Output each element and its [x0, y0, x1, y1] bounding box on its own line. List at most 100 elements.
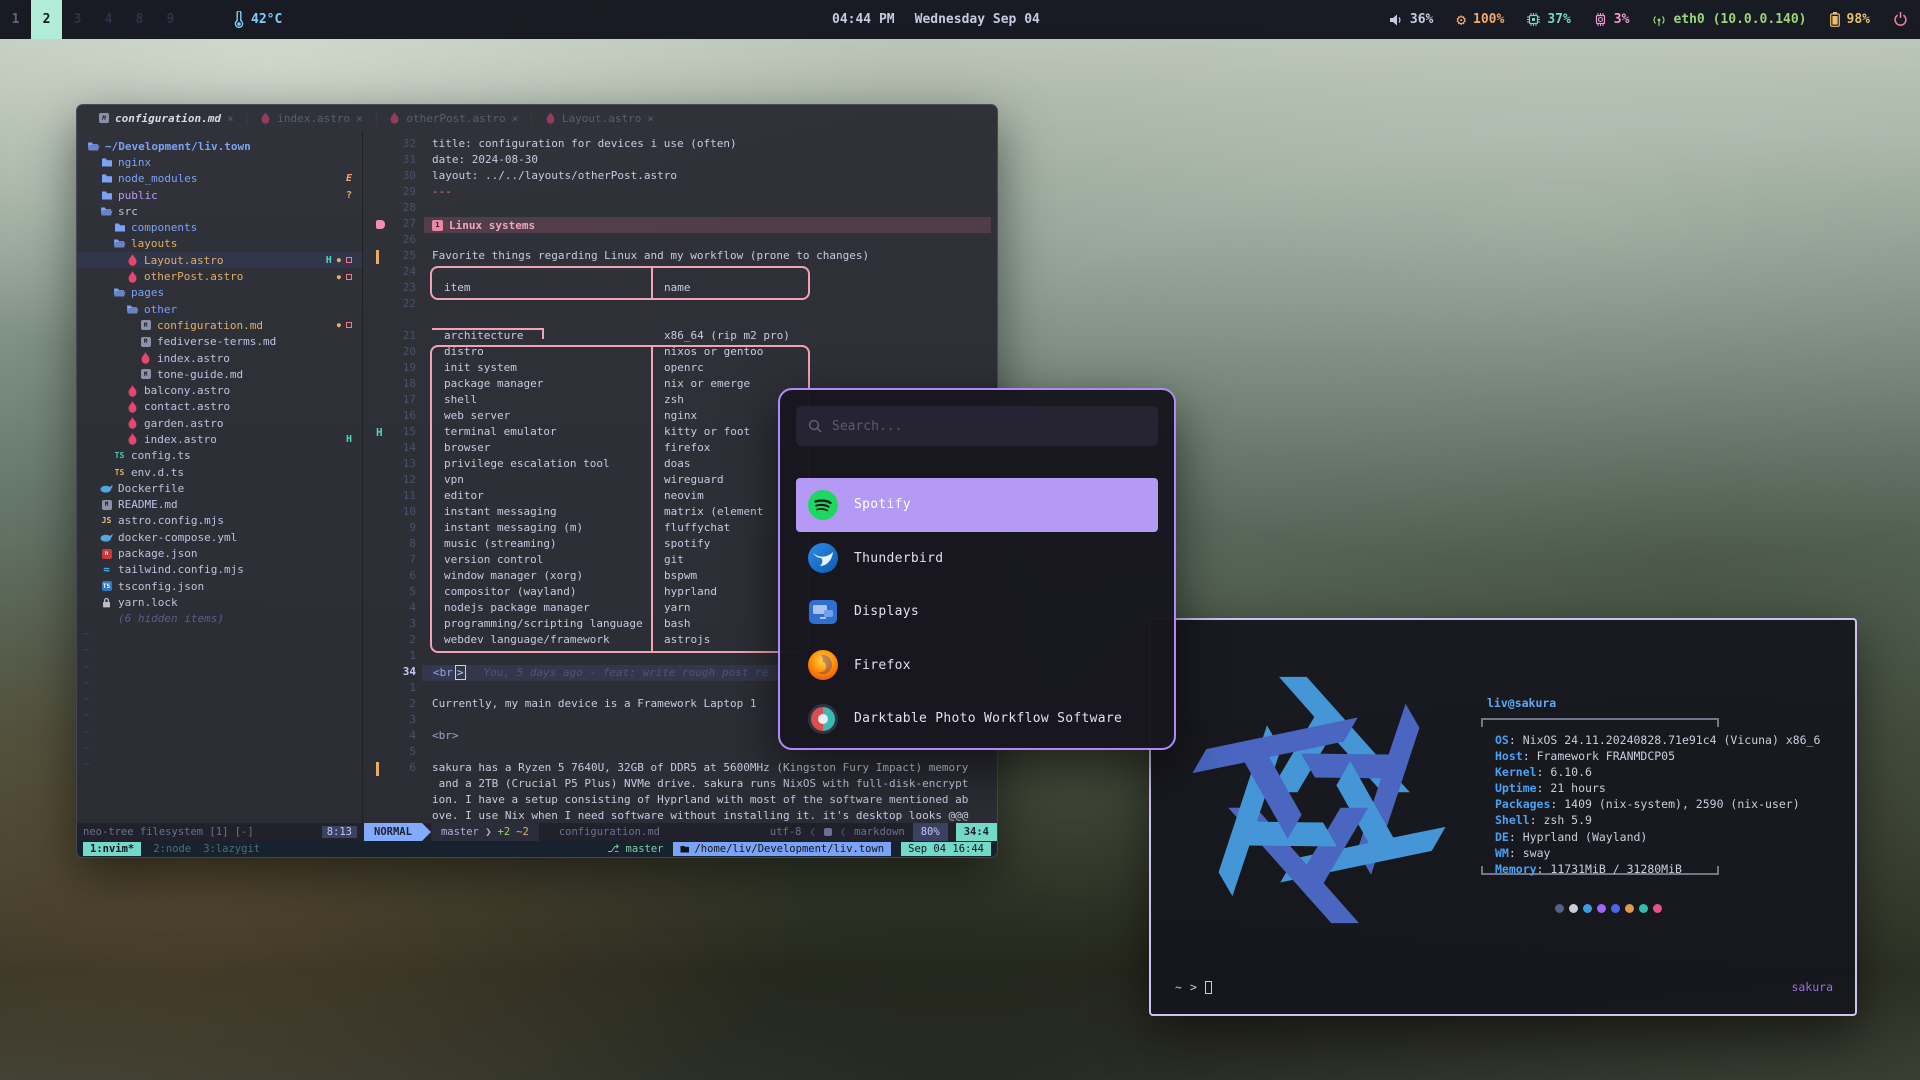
tree-item-node-modules[interactable]: node_modulesE: [77, 171, 362, 187]
network-module[interactable]: eth0 (10.0.0.140): [1652, 12, 1806, 27]
folder-open-icon: [87, 141, 100, 152]
tab-otherPost.astro[interactable]: otherPost.astro×: [379, 105, 528, 131]
buffer-line[interactable]: 21architecturex86_64 (rip m2 pro): [364, 329, 997, 345]
tree-item-README.md[interactable]: MREADME.md: [77, 497, 362, 513]
tree-item-index.astro[interactable]: index.astroH: [77, 431, 362, 447]
buffer-line[interactable]: 22: [364, 297, 997, 313]
fetch-field-shell: Shell: zsh 5.9: [1495, 812, 1820, 828]
buffer-line[interactable]: 271Linux systems: [364, 217, 997, 233]
shell-prompt[interactable]: ~ >: [1175, 980, 1212, 994]
buffer-line[interactable]: 28: [364, 201, 997, 217]
buffer-line[interactable]: ion. I have a setup consisting of Hyprla…: [364, 793, 997, 809]
speaker-icon: [1390, 14, 1403, 26]
buffer-line[interactable]: 31date: 2024-08-30: [364, 153, 997, 169]
tree-item-layouts[interactable]: layouts: [77, 236, 362, 252]
gpu-module[interactable]: 3%: [1594, 12, 1630, 27]
temperature-module[interactable]: 42°C: [234, 11, 282, 28]
tree-item-garden.astro[interactable]: garden.astro: [77, 415, 362, 431]
power-module[interactable]: [1893, 12, 1908, 27]
cpu-module[interactable]: 37%: [1527, 12, 1570, 27]
buffer-line[interactable]: 24: [364, 265, 997, 281]
launcher-entry-firefox[interactable]: Firefox: [796, 639, 1158, 693]
buffer-line[interactable]: 26: [364, 233, 997, 249]
buffer-line[interactable]: ove. I use Nix when I need software with…: [364, 809, 997, 823]
tree-item-tone-guide.md[interactable]: Mtone-guide.md: [77, 366, 362, 382]
tree-item-tailwind.config.mjs[interactable]: ≈tailwind.config.mjs: [77, 562, 362, 578]
tree-item--Development-liv.town[interactable]: ~/Development/liv.town: [77, 138, 362, 154]
buffer-line[interactable]: 25Favorite things regarding Linux and my…: [364, 249, 997, 265]
buffer-line[interactable]: 20distronixos or gentoo: [364, 345, 997, 361]
tree-item-balcony.astro[interactable]: balcony.astro: [77, 382, 362, 398]
tree-item--6-hidden-items-[interactable]: (6 hidden items): [77, 611, 362, 627]
file-icon: [100, 597, 113, 608]
tree-item-docker-compose.yml[interactable]: docker-compose.yml: [77, 529, 362, 545]
clock-module[interactable]: 04:44 PM Wednesday Sep 04: [832, 0, 1040, 39]
tree-item-otherPost.astro[interactable]: otherPost.astro●: [77, 268, 362, 284]
tab-index.astro[interactable]: index.astro×: [250, 105, 372, 131]
volume-module[interactable]: 36%: [1390, 12, 1433, 27]
launcher-entry-thunderbird[interactable]: Thunderbird: [796, 532, 1158, 586]
tmux-window-node[interactable]: 2:node: [153, 843, 191, 855]
displays-icon: [808, 597, 838, 627]
fastfetch-terminal-window[interactable]: liv@sakura OS: NixOS 24.11.20240828.71e9…: [1149, 618, 1857, 1016]
tree-item-public[interactable]: public?: [77, 187, 362, 203]
workspace-8[interactable]: 8: [124, 0, 155, 39]
tree-item-configuration.md[interactable]: Mconfiguration.md●: [77, 317, 362, 333]
tab-Layout.astro[interactable]: Layout.astro×: [535, 105, 664, 131]
tree-item-package.json[interactable]: npackage.json: [77, 545, 362, 561]
close-tab-icon[interactable]: ×: [356, 112, 363, 125]
thermometer-icon: [234, 11, 244, 28]
workspace-1[interactable]: 1: [0, 0, 31, 39]
workspace-2-active[interactable]: 2: [31, 0, 62, 39]
launcher-entry-darktable[interactable]: Darktable Photo Workflow Software: [796, 692, 1158, 746]
buffer-line[interactable]: and a 2TB (Crucial P5 Plus) NVMe drive. …: [364, 777, 997, 793]
tree-item-env.d.ts[interactable]: TSenv.d.ts: [77, 464, 362, 480]
workspace-4[interactable]: 4: [93, 0, 124, 39]
file-icon: n: [100, 549, 113, 559]
file-icon: TS: [100, 581, 113, 591]
tree-item-pages[interactable]: pages: [77, 285, 362, 301]
tmux-window-lazygit[interactable]: 3:lazygit: [203, 843, 260, 855]
close-tab-icon[interactable]: ×: [227, 112, 234, 125]
buffer-line[interactable]: 32title: configuration for devices i use…: [364, 137, 997, 153]
tree-item-fediverse-terms.md[interactable]: Mfediverse-terms.md: [77, 334, 362, 350]
workspace-9[interactable]: 9: [155, 0, 186, 39]
file-icon: [126, 271, 139, 283]
harpoon-sign: H: [376, 426, 383, 439]
temperature-value: 42°C: [251, 12, 282, 27]
brightness-module[interactable]: ⚙ 100%: [1456, 12, 1504, 28]
buffer-line[interactable]: 6sakura has a Ryzen 5 7640U, 32GB of DDR…: [364, 761, 997, 777]
tree-item-config.ts[interactable]: TSconfig.ts: [77, 448, 362, 464]
workspace-3[interactable]: 3: [62, 0, 93, 39]
tree-item-components[interactable]: components: [77, 219, 362, 235]
tree-item-nginx[interactable]: nginx: [77, 154, 362, 170]
buffer-line[interactable]: 29---: [364, 185, 997, 201]
tree-item-Layout.astro[interactable]: Layout.astroH●: [77, 252, 362, 268]
buffer-line[interactable]: [364, 313, 997, 329]
buffer-line[interactable]: 23itemname: [364, 281, 997, 297]
launcher-entry-displays[interactable]: Displays: [796, 585, 1158, 639]
tree-item-Dockerfile[interactable]: Dockerfile: [77, 480, 362, 496]
cursor-position: 34:4: [956, 823, 997, 841]
buffer-line[interactable]: 30layout: ../../layouts/otherPost.astro: [364, 169, 997, 185]
close-tab-icon[interactable]: ×: [647, 112, 654, 125]
tree-item-tsconfig.json[interactable]: TStsconfig.json: [77, 578, 362, 594]
launcher-search-placeholder: Search...: [832, 419, 902, 434]
file-icon: ≈: [100, 563, 113, 576]
tab-configuration.md[interactable]: Mconfiguration.md×: [89, 105, 244, 131]
tree-item-astro.config.mjs[interactable]: JSastro.config.mjs: [77, 513, 362, 529]
tree-item-other[interactable]: other: [77, 301, 362, 317]
empty-line-marker: ~: [77, 627, 362, 643]
tree-item-src[interactable]: src: [77, 203, 362, 219]
tree-item-yarn.lock[interactable]: yarn.lock: [77, 594, 362, 610]
launcher-entry-spotify[interactable]: Spotify: [796, 478, 1158, 532]
tree-item-contact.astro[interactable]: contact.astro: [77, 399, 362, 415]
close-tab-icon[interactable]: ×: [512, 112, 519, 125]
buffer-line[interactable]: 19init systemopenrc: [364, 361, 997, 377]
empty-line-marker: ~: [77, 725, 362, 741]
tree-item-index.astro[interactable]: index.astro: [77, 350, 362, 366]
launcher-search-field[interactable]: Search...: [796, 406, 1158, 446]
empty-line-marker: ~: [77, 676, 362, 692]
battery-module[interactable]: 98%: [1830, 12, 1870, 27]
tmux-window-nvim[interactable]: 1:nvim*: [83, 842, 141, 856]
